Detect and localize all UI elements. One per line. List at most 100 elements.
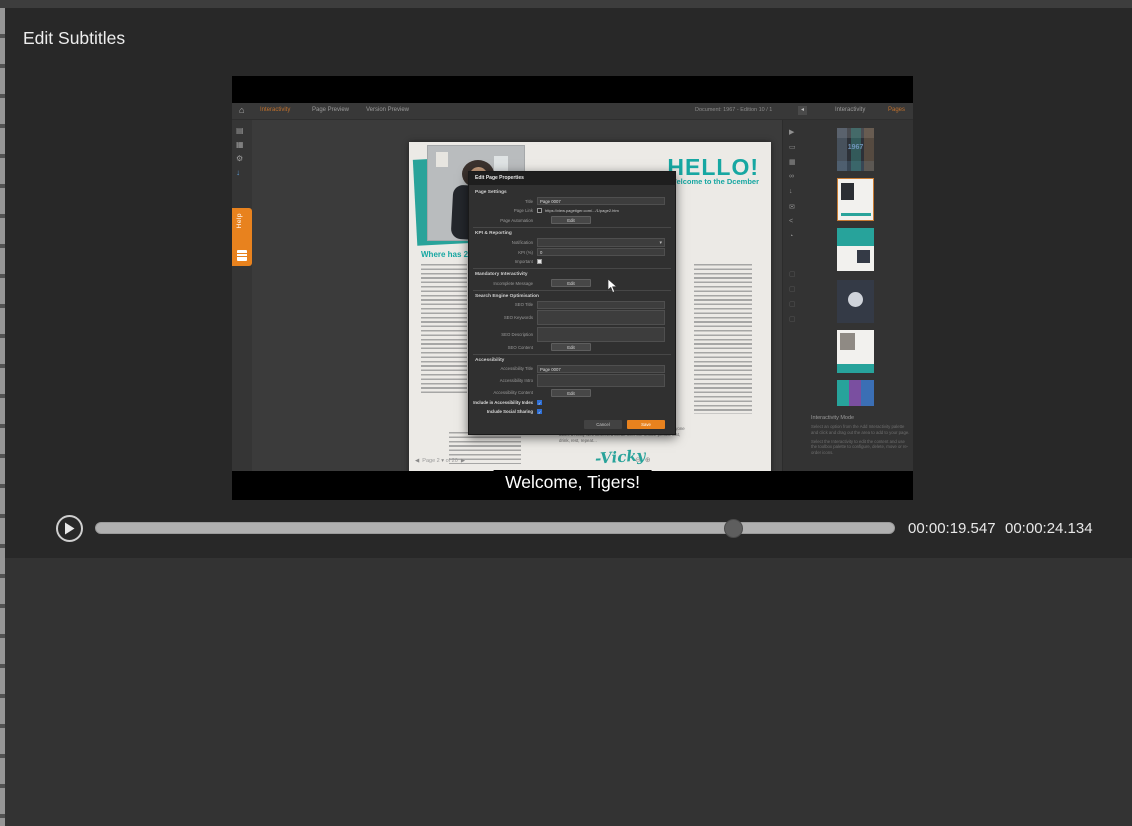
- window-icon: ▭: [789, 143, 796, 151]
- page-text-lines: [421, 264, 467, 394]
- title-label: Title: [473, 199, 537, 204]
- seo-content-label: SEO Content: [473, 345, 537, 350]
- zoom-in-icon: ⊕: [645, 457, 655, 464]
- subtitle-editor-section: Import Subtitles (.srt, .vtt) Download S…: [5, 558, 1132, 826]
- accessibility-content-label: Accessibility Content: [473, 390, 537, 395]
- preview-icon: ▶: [789, 128, 794, 136]
- page-tool-icon: ▢: [789, 300, 796, 308]
- settings-icon: ⚙: [236, 154, 243, 163]
- video-section: Edit Subtitles ⌂ Interactivity Page Prev…: [5, 8, 1132, 558]
- seo-content-edit-button: Edit: [551, 343, 591, 351]
- current-time: 00:00:19.547: [908, 520, 996, 537]
- email-icon: ✉: [789, 203, 795, 211]
- video-document-label: Document: 1967 - Edition 10 / 1: [695, 107, 772, 113]
- prev-page-icon: ◀: [415, 458, 419, 464]
- video-tab-version-preview: Version Preview: [366, 107, 409, 113]
- section-mandatory: Mandatory Interactivity: [475, 272, 671, 277]
- interactivity-mode-panel: Interactivity Mode Select an option from…: [811, 415, 911, 459]
- video-right-tab-interactivity: Interactivity: [835, 107, 865, 113]
- modal-title: Edit Page Properties: [469, 172, 675, 185]
- chevron-down-icon: ▾: [441, 458, 444, 464]
- table-icon: ▦: [236, 140, 244, 149]
- page-link-label: Page Link: [473, 208, 537, 213]
- section-kpi: KPI & Reporting: [475, 231, 671, 236]
- seek-slider[interactable]: [95, 522, 895, 534]
- accessibility-index-label: Include in Accessibility Index: [473, 400, 537, 405]
- video-left-toolbar: ▤ ▦ ⚙ ↓ Help: [232, 120, 252, 471]
- link-icon: ∞: [789, 173, 794, 180]
- window-top-bar: [0, 0, 1132, 8]
- page-nav-of: of 20: [446, 458, 458, 464]
- notification-select: ▾: [537, 238, 665, 247]
- video-preview[interactable]: ⌂ Interactivity Page Preview Version Pre…: [232, 76, 913, 500]
- social-sharing-label: Include Social Sharing: [473, 409, 537, 414]
- accessibility-content-edit-button: Edit: [551, 389, 591, 397]
- accessibility-title-field: Page 0007: [537, 365, 665, 373]
- modal-cancel-button: Cancel: [584, 420, 622, 429]
- page-automation-edit-button: Edit: [551, 216, 591, 224]
- seek-slider-thumb[interactable]: [724, 519, 743, 538]
- social-sharing-checkbox: ✓: [537, 409, 542, 414]
- chevron-down-icon: ▾: [659, 240, 662, 246]
- seo-keywords-field: [537, 310, 665, 325]
- video-right-panel: ▶ ▭ ▦ ∞ ↓ ✉ < ◔ ▢ ▢ ▢ ▢ 1967: [782, 120, 913, 471]
- page-nav-label: Page 2: [422, 458, 439, 464]
- seo-title-label: SEO Title: [473, 302, 537, 307]
- accessibility-index-checkbox: ✓: [537, 400, 542, 405]
- accessibility-title-label: Accessibility Title: [473, 366, 537, 371]
- pinned-note: [436, 152, 448, 167]
- section-page-settings: Page Settings: [475, 190, 671, 195]
- zoom-out-icon: ⊖: [635, 457, 645, 464]
- play-icon: [64, 522, 75, 535]
- help-tab: Help: [232, 208, 252, 266]
- help-doc-icon: [237, 250, 247, 261]
- notification-label: Notification: [473, 240, 537, 245]
- page-thumbnail-selected: [837, 178, 874, 221]
- history-icon: ◔: [789, 233, 793, 240]
- page-tool-icon: ▢: [789, 285, 796, 293]
- modal-body: Page Settings Title Page 0007 Page Link …: [469, 185, 675, 434]
- page-title: Edit Subtitles: [23, 28, 125, 49]
- total-time: 00:00:24.134: [1005, 520, 1093, 537]
- zoom-controls: ⊖⊕: [635, 456, 655, 464]
- interactivity-mode-title: Interactivity Mode: [811, 415, 911, 421]
- kpi-field: 0: [537, 248, 665, 256]
- interactivity-mode-text: Select the Interactivity to edit the con…: [811, 439, 911, 456]
- grid-icon: ▦: [789, 158, 796, 166]
- page-text-lines: [694, 264, 752, 414]
- page-navigation: ◀ Page 2 ▾ of 20 ▶: [415, 458, 465, 464]
- section-seo: Search Engine Optimisation: [475, 294, 671, 299]
- title-field: Page 0007: [537, 197, 665, 205]
- video-tab-page-preview: Page Preview: [312, 107, 349, 113]
- edit-page-properties-modal: Edit Page Properties Page Settings Title…: [468, 171, 676, 435]
- document-icon: ▤: [236, 126, 244, 135]
- collapse-panel-icon: ◂: [798, 106, 807, 115]
- page-thumbnail: [837, 280, 874, 323]
- video-frame-app: ⌂ Interactivity Page Preview Version Pre…: [232, 103, 913, 471]
- accessibility-intro-field: [537, 374, 665, 387]
- important-checkbox: [537, 259, 542, 264]
- record-icon: ↓: [789, 188, 793, 195]
- accessibility-intro-label: Accessibility Intro: [473, 378, 537, 383]
- next-page-icon: ▶: [461, 458, 465, 464]
- page-tool-icon: ▢: [789, 270, 796, 278]
- seo-description-label: SEO Description: [473, 332, 537, 337]
- play-button[interactable]: [56, 515, 83, 542]
- section-accessibility: Accessibility: [475, 358, 671, 363]
- video-right-tab-pages: Pages: [888, 107, 905, 113]
- share-icon: <: [789, 218, 793, 225]
- page-automation-label: Page Automation: [473, 218, 537, 223]
- mouse-cursor: [607, 278, 618, 294]
- incomplete-message-label: Incomplete Message: [473, 281, 537, 286]
- edit-subtitles-dialog: Edit Subtitles ⌂ Interactivity Page Prev…: [0, 0, 1132, 826]
- seo-description-field: [537, 327, 665, 342]
- seo-keywords-label: SEO Keywords: [473, 315, 537, 320]
- important-label: Important: [473, 259, 537, 264]
- page-link-checkbox: [537, 208, 542, 213]
- video-app-topbar: ⌂ Interactivity Page Preview Version Pre…: [232, 103, 913, 120]
- help-tab-label: Help: [236, 213, 243, 228]
- seo-title-field: [537, 301, 665, 309]
- home-icon: ⌂: [239, 105, 244, 115]
- page-link-url: https://view.pagetiger.com/.../1/page2.h…: [545, 208, 619, 213]
- kpi-label: KPI (%): [473, 250, 537, 255]
